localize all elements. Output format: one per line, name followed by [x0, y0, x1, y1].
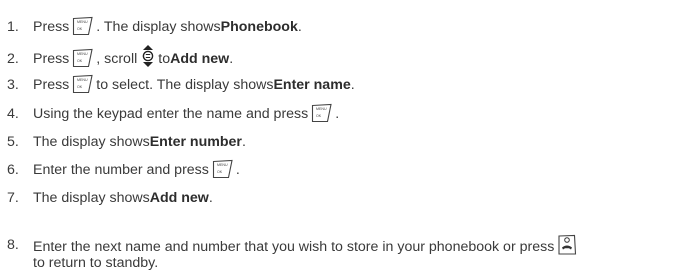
- menu-key-label-top: MENU: [316, 107, 327, 111]
- step-text-part: .: [208, 190, 213, 206]
- menu-ok-key-icon: MENU OK: [311, 103, 333, 123]
- step-text: Enter the next name and number that you …: [33, 232, 579, 255]
- step-number: 8.: [7, 237, 19, 253]
- menu-key-label-bottom: OK: [77, 27, 83, 31]
- step-text-part: Enter the number and press: [33, 162, 209, 178]
- display-text: Add new: [170, 51, 230, 67]
- step-text: Press MENU OK to select. The display sho…: [33, 74, 355, 94]
- step-number: 2.: [7, 51, 19, 67]
- step-text-part: to: [158, 51, 171, 67]
- step-3: 3. Press MENU OK to select. The display …: [0, 70, 678, 94]
- menu-key-label-bottom: OK: [316, 114, 322, 118]
- menu-ok-key-icon: MENU OK: [72, 74, 94, 94]
- menu-key-label-top: MENU: [77, 78, 88, 82]
- step-7: 7. The display shows Add new .: [0, 187, 678, 207]
- menu-key-label-top: MENU: [77, 20, 88, 24]
- step-text-part: .: [229, 51, 234, 67]
- step-text-part: to select. The display shows: [96, 77, 274, 93]
- step-text-part: The display shows: [33, 134, 150, 150]
- menu-ok-key-icon: MENU OK: [72, 48, 94, 68]
- step-text: The display shows Add new .: [33, 190, 213, 207]
- step-text-part: . The display shows: [96, 19, 221, 35]
- menu-key-label-top: MENU: [77, 52, 88, 56]
- menu-ok-key-icon: MENU OK: [72, 16, 94, 36]
- step-number: 1.: [7, 19, 19, 35]
- step-4: 4. Using the keypad enter the name and p…: [0, 99, 678, 123]
- step-text-part: Enter the next name and number that you …: [33, 239, 555, 255]
- menu-key-label-bottom: OK: [77, 59, 83, 63]
- display-text: Enter name: [273, 77, 351, 93]
- menu-ok-key-icon: MENU OK: [212, 159, 234, 179]
- step-text-part: Using the keypad enter the name and pres…: [33, 106, 309, 122]
- step-text-part: The display shows: [33, 190, 150, 206]
- step-number: 3.: [7, 77, 19, 93]
- menu-key-label-bottom: OK: [217, 170, 223, 174]
- step-text: Using the keypad enter the name and pres…: [33, 103, 339, 123]
- step-5: 5. The display shows Enter number .: [0, 131, 678, 151]
- display-text: Phonebook: [220, 19, 298, 35]
- step-number: 6.: [7, 162, 19, 178]
- step-text: Enter the number and press MENU OK .: [33, 159, 240, 179]
- step-text-part: .: [235, 162, 240, 178]
- scroll-icon: [140, 44, 156, 68]
- step-text: The display shows Enter number .: [33, 134, 246, 151]
- step-text-part: .: [335, 106, 340, 122]
- step-text-part: , scroll: [96, 51, 138, 67]
- step-number: 7.: [7, 190, 19, 206]
- display-text: Enter number: [149, 134, 242, 150]
- instruction-page: 1. Press MENU OK . The display shows Pho…: [0, 0, 678, 273]
- step-number: 5.: [7, 134, 19, 150]
- step-number: 4.: [7, 106, 19, 122]
- step-text: Press MENU OK , scroll to Add new .: [33, 44, 233, 68]
- step-text-part: .: [241, 134, 246, 150]
- step-text-part: Press: [33, 19, 70, 35]
- menu-key-label-top: MENU: [217, 163, 228, 167]
- step-text-part: Press: [33, 77, 70, 93]
- menu-key-label-bottom: OK: [77, 85, 83, 89]
- step-6: 6. Enter the number and press MENU OK .: [0, 155, 678, 179]
- step-1: 1. Press MENU OK . The display shows Pho…: [0, 12, 678, 36]
- display-text: Add new: [149, 190, 209, 206]
- step-text-part: .: [297, 19, 302, 35]
- step-text: Press MENU OK . The display shows Phoneb…: [33, 16, 302, 36]
- end-call-key-icon: [557, 234, 577, 255]
- step-text-part: .: [350, 77, 355, 93]
- step-text-part: Press: [33, 51, 70, 67]
- step-2: 2. Press MENU OK , scroll to Add new .: [0, 42, 678, 68]
- step-text-continuation: to return to standby.: [33, 255, 159, 271]
